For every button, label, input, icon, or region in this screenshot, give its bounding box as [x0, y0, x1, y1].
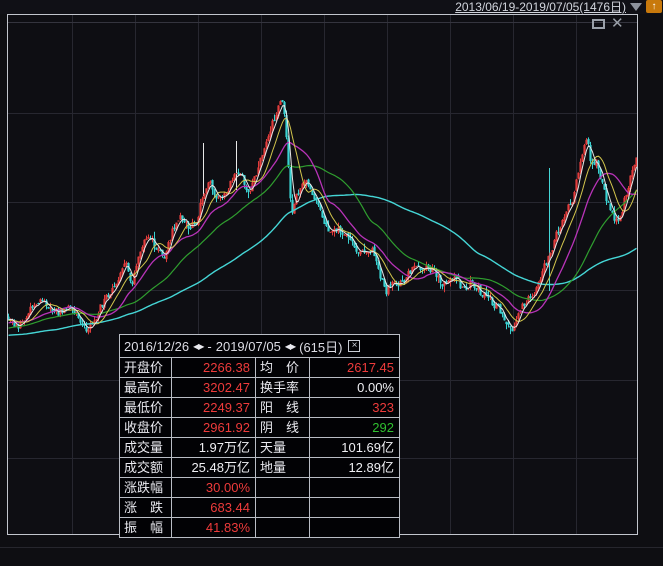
stat-value: 41.83% — [172, 517, 256, 537]
stat-value: 2617.45 — [310, 357, 399, 377]
stat-value: 3202.47 — [172, 377, 256, 397]
stats-panel-header: 2016/12/26 ◀▶ - 2019/07/05 ◀▶ (615日) × — [120, 335, 399, 357]
stat-value: 683.44 — [172, 497, 256, 517]
range-separator: - — [207, 338, 212, 354]
panel-close-icon[interactable]: × — [348, 340, 361, 352]
stat-label: 振 幅 — [120, 517, 172, 537]
stat-label: 成交额 — [120, 457, 172, 477]
dropdown-arrow-icon[interactable] — [630, 3, 642, 11]
stat-value — [310, 517, 399, 537]
stat-value: 1.97万亿 — [172, 437, 256, 457]
stat-label: 阴 线 — [256, 417, 310, 437]
stats-row: 振 幅 41.83% — [120, 517, 399, 537]
stat-value: 2961.92 — [172, 417, 256, 437]
range-end-arrows[interactable]: ◀▶ — [285, 342, 296, 351]
window-controls: ✕ — [592, 16, 624, 32]
stat-label: 地量 — [256, 457, 310, 477]
stat-value: 101.69亿 — [310, 437, 399, 457]
stats-panel: 2016/12/26 ◀▶ - 2019/07/05 ◀▶ (615日) × 开… — [119, 334, 400, 538]
stat-label: 收盘价 — [120, 417, 172, 437]
stat-label: 阳 线 — [256, 397, 310, 417]
stat-label: 涨 跌 — [120, 497, 172, 517]
stat-value: 0.00% — [310, 377, 399, 397]
stat-value: 323 — [310, 397, 399, 417]
stats-row: 最高价 3202.47 换手率 0.00% — [120, 377, 399, 397]
stat-value: 25.48万亿 — [172, 457, 256, 477]
stat-value: 30.00% — [172, 477, 256, 497]
stat-label — [256, 497, 310, 517]
stats-row: 成交额 25.48万亿 地量 12.89亿 — [120, 457, 399, 477]
stats-row: 成交量 1.97万亿 天量 101.69亿 — [120, 437, 399, 457]
stat-value: 2266.38 — [172, 357, 256, 377]
range-end-date: 2019/07/05 — [215, 338, 281, 354]
range-start-arrows[interactable]: ◀▶ — [193, 342, 204, 351]
stats-row: 涨跌幅 30.00% — [120, 477, 399, 497]
title-bar: 2013/06/19-2019/07/05(1476日) ↑ — [0, 0, 663, 14]
stat-value — [310, 477, 399, 497]
stat-value: 2249.37 — [172, 397, 256, 417]
stat-label: 天量 — [256, 437, 310, 457]
maximize-icon[interactable] — [592, 19, 605, 29]
stats-row: 开盘价 2266.38 均 价 2617.45 — [120, 357, 399, 377]
stat-value: 292 — [310, 417, 399, 437]
stat-label: 开盘价 — [120, 357, 172, 377]
stat-label: 最低价 — [120, 397, 172, 417]
window-bottom-edge — [0, 547, 663, 548]
pin-icon[interactable]: ↑ — [646, 0, 662, 13]
stat-value — [310, 497, 399, 517]
stat-label: 最高价 — [120, 377, 172, 397]
stat-value: 12.89亿 — [310, 457, 399, 477]
stat-label: 均 价 — [256, 357, 310, 377]
stats-row: 涨 跌 683.44 — [120, 497, 399, 517]
close-icon[interactable]: ✕ — [611, 16, 624, 31]
stat-label: 涨跌幅 — [120, 477, 172, 497]
stat-label: 换手率 — [256, 377, 310, 397]
stat-label — [256, 517, 310, 537]
range-start-date: 2016/12/26 — [124, 338, 190, 354]
stat-label — [256, 477, 310, 497]
stats-panel-body: 开盘价 2266.38 均 价 2617.45 最高价 3202.47 换手率 … — [120, 357, 399, 537]
stats-row: 收盘价 2961.92 阴 线 292 — [120, 417, 399, 437]
range-days-count: (615日) — [299, 339, 343, 355]
stat-label: 成交量 — [120, 437, 172, 457]
stats-row: 最低价 2249.37 阳 线 323 — [120, 397, 399, 417]
date-range-selector[interactable]: 2013/06/19-2019/07/05(1476日) — [455, 0, 626, 14]
